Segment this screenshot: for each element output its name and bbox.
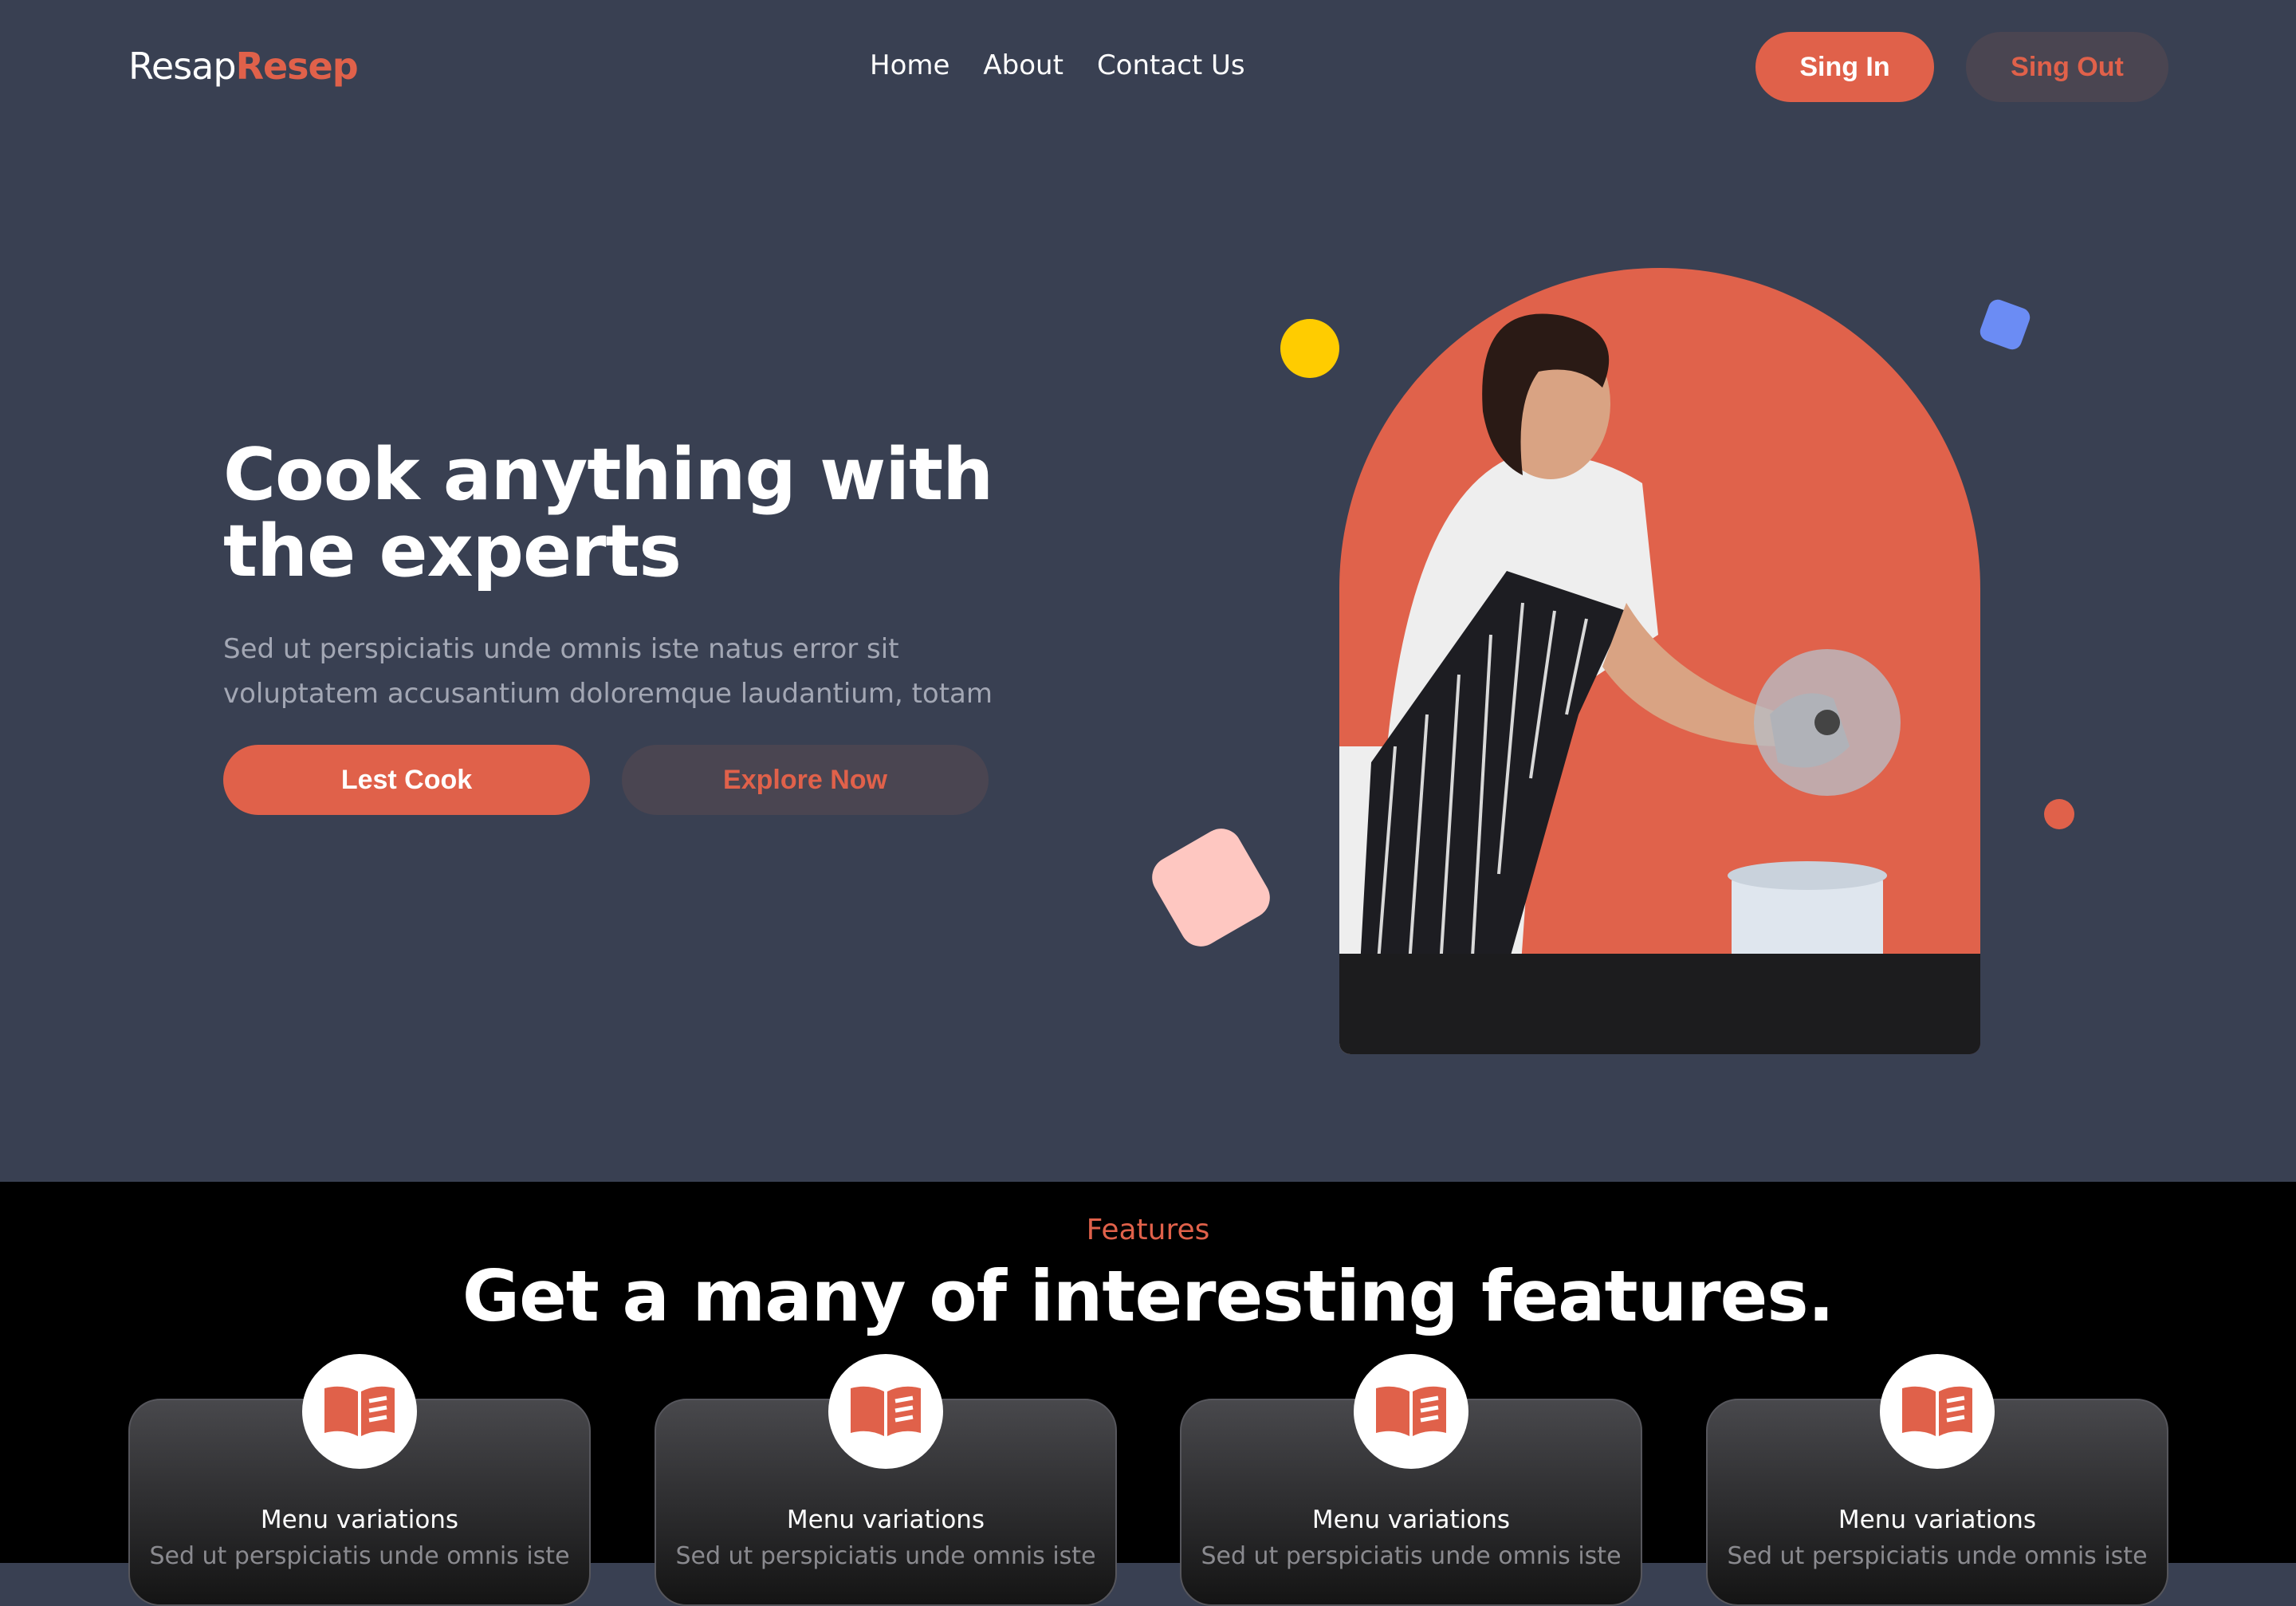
- nav-link-about[interactable]: About: [983, 49, 1063, 81]
- feature-card-text: Sed ut perspiciatis unde omnis iste: [1201, 1542, 1622, 1570]
- feature-card-title: Menu variations: [786, 1506, 985, 1534]
- hero-title: Cook anything with the experts: [223, 433, 993, 593]
- sign-in-button[interactable]: Sing In: [1755, 32, 1934, 102]
- features-section: Features Get a many of interesting featu…: [0, 1182, 2296, 1606]
- feature-card-title: Menu variations: [260, 1506, 459, 1534]
- navbar: ResapResep Home About Contact Us Sing In…: [0, 0, 2296, 137]
- nav-link-contact[interactable]: Contact Us: [1097, 49, 1245, 81]
- features-eyebrow: Features: [1086, 1214, 1210, 1246]
- sign-out-button[interactable]: Sing Out: [1966, 32, 2168, 102]
- decorative-pink-square: [1144, 821, 1278, 955]
- nav-link-home[interactable]: Home: [870, 49, 949, 81]
- feature-card-text: Sed ut perspiciatis unde omnis iste: [149, 1542, 570, 1570]
- logo-text-part1: Resap: [128, 45, 237, 88]
- decorative-red-dot: [2044, 799, 2074, 829]
- book-icon: [1880, 1354, 1995, 1469]
- counter-top: [1339, 954, 1980, 1054]
- feature-card-title: Menu variations: [1838, 1506, 2037, 1534]
- lest-cook-button[interactable]: Lest Cook: [223, 745, 590, 815]
- book-icon: [302, 1354, 417, 1469]
- book-icon: [828, 1354, 943, 1469]
- features-title: Get a many of interesting features.: [462, 1255, 1834, 1337]
- nav-links: Home About Contact Us: [870, 49, 1245, 81]
- decorative-yellow-dot: [1280, 319, 1339, 378]
- feature-card-text: Sed ut perspiciatis unde omnis iste: [675, 1542, 1096, 1570]
- hero-subtitle: Sed ut perspiciatis unde omnis iste natu…: [223, 633, 993, 710]
- feature-card-title: Menu variations: [1311, 1506, 1511, 1534]
- explore-now-button[interactable]: Explore Now: [622, 745, 989, 815]
- logo-text-part2: Resep: [235, 45, 359, 88]
- feature-card-text: Sed ut perspiciatis unde omnis iste: [1727, 1542, 2148, 1570]
- hero-image-arch: [1339, 268, 1980, 1054]
- hero-section: ResapResep Home About Contact Us Sing In…: [0, 0, 2296, 1182]
- chef-illustration: [1339, 313, 1980, 1054]
- book-icon: [1354, 1354, 1468, 1469]
- decorative-blue-square: [1977, 297, 2033, 352]
- logo[interactable]: ResapResep: [128, 45, 359, 88]
